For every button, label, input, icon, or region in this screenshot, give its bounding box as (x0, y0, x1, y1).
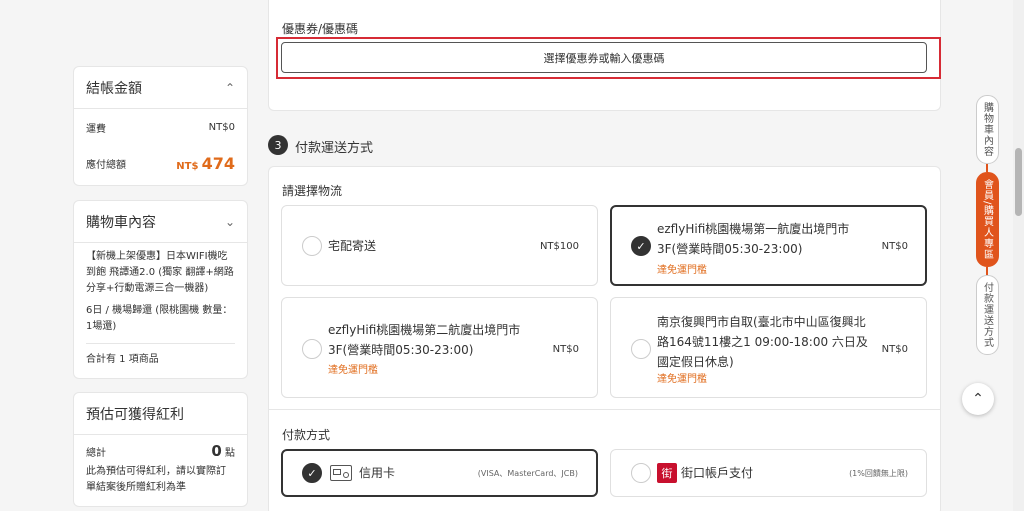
cart-count: 合計有 1 項商品 (86, 354, 159, 365)
payment-option-jko-pay[interactable]: 街 街口帳戶支付 (1%回饋無上限) (610, 449, 927, 497)
section-divider (269, 409, 940, 410)
cart-card: 購物車內容 ⌄ 【新機上架優惠】日本WIFI機吃到飽 飛譚通2.0 (獨家 翻譯… (73, 200, 248, 379)
cart-product-detail: 6日 / 機場歸還 (限桃園機 數量：1場還) (86, 305, 233, 332)
free-shipping-note: 達免運門檻 (657, 265, 707, 276)
total-value: 474 (201, 153, 235, 173)
total-row: 應付總額 NT$ 474 (74, 145, 247, 181)
check-icon[interactable]: ✓ (302, 463, 322, 483)
coupon-label: 優惠券/優惠碼 (282, 22, 359, 36)
checkout-summary-card: 結帳金額 ⌃ 運費 NT$0 應付總額 NT$ 474 (73, 66, 248, 186)
select-coupon-button[interactable]: 選擇優惠券或輸入優惠碼 (281, 42, 927, 73)
logistics-option-terminal1[interactable]: ✓ ezflyHifi桃園機場第一航廈出境門市3F(營業時間05:30-23:0… (610, 205, 927, 286)
payment-option-name: 信用卡 (359, 466, 396, 480)
jko-pay-icon: 街 (657, 463, 677, 483)
logistics-option-price: NT$0 (552, 344, 579, 355)
summary-header[interactable]: 結帳金額 ⌃ (74, 67, 247, 109)
payment-option-name: 街口帳戶支付 (681, 466, 754, 480)
rail-item-cart[interactable]: 購物車內容 (975, 95, 999, 164)
radio-button[interactable] (631, 463, 651, 483)
bonus-card: 預估可獲得紅利 總計 0 點 此為預估可得紅利，請以實際訂單結案後所贈紅利為準 (73, 392, 248, 507)
logistics-option-name: ezflyHifi桃園機場第二航廈出境門市3F(營業時間05:30-23:00) (328, 323, 521, 357)
logistics-option-price: NT$0 (881, 344, 908, 355)
logistics-option-store-pickup[interactable]: 南京復興門市自取(臺北市中山區復興北路164號11樓之1 09:00-18:00… (610, 297, 927, 398)
bonus-total-label: 總計 (86, 447, 106, 459)
scrollbar-thumb[interactable] (1015, 148, 1022, 216)
bonus-note: 此為預估可得紅利，請以實際訂單結案後所贈紅利為準 (86, 466, 226, 493)
total-currency: NT$ (176, 160, 199, 172)
radio-button[interactable] (302, 339, 322, 359)
logistics-option-price: NT$100 (539, 241, 579, 252)
shipping-label: 運費 (86, 123, 106, 135)
section-nav-rail: 購物車內容 會員/購買人專區 付款運送方式 (975, 95, 999, 356)
bonus-total-row: 總計 0 點 (74, 438, 247, 464)
free-shipping-note: 達免運門檻 (328, 365, 378, 376)
step-number-badge: 3 (268, 135, 288, 155)
credit-card-icon (330, 465, 352, 481)
radio-button[interactable] (631, 339, 651, 359)
logistics-option-name: ezflyHifi桃園機場第一航廈出境門市3F(營業時間05:30-23:00) (657, 222, 850, 256)
payment-option-note: (VISA、MasterCard、JCB) (477, 469, 578, 478)
free-shipping-note: 達免運門檻 (657, 374, 707, 385)
cart-title: 購物車內容 (86, 214, 156, 231)
rail-connector (986, 164, 988, 172)
chevron-up-icon[interactable]: ⌃ (225, 81, 235, 95)
bonus-points: 0 點 (211, 442, 235, 460)
chevron-up-icon: ⌃ (972, 391, 984, 407)
logistics-label: 請選擇物流 (282, 184, 343, 198)
payment-label: 付款方式 (282, 428, 331, 442)
shipping-value: NT$0 (208, 121, 235, 133)
shipping-row: 運費 NT$0 (74, 109, 247, 145)
cart-divider (86, 343, 235, 344)
cart-product-name: 【新機上架優惠】日本WIFI機吃到飽 飛譚通2.0 (獨家 翻譯+網路分享+行動… (86, 251, 234, 294)
bonus-points-unit: 點 (225, 448, 235, 459)
cart-header[interactable]: 購物車內容 ⌄ (74, 201, 247, 243)
payment-option-credit-card[interactable]: ✓ 信用卡 (VISA、MasterCard、JCB) (281, 449, 598, 497)
payment-option-note: (1%回饋無上限) (849, 469, 908, 478)
logistics-option-price: NT$0 (881, 241, 908, 252)
radio-button[interactable] (302, 236, 322, 256)
logistics-option-home-delivery[interactable]: 宅配寄送 NT$100 (281, 205, 598, 286)
scroll-to-top-button[interactable]: ⌃ (962, 383, 994, 415)
total-amount: NT$ 474 (176, 154, 235, 173)
total-label: 應付總額 (86, 159, 126, 171)
logistics-option-name: 南京復興門市自取(臺北市中山區復興北路164號11樓之1 09:00-18:00… (657, 315, 868, 369)
summary-title: 結帳金額 (86, 80, 142, 97)
rail-item-payment[interactable]: 付款運送方式 (975, 275, 999, 356)
page-scrollbar[interactable] (1013, 0, 1024, 511)
logistics-option-terminal2[interactable]: ezflyHifi桃園機場第二航廈出境門市3F(營業時間05:30-23:00)… (281, 297, 598, 398)
step-title: 付款運送方式 (295, 141, 374, 156)
chevron-down-icon[interactable]: ⌄ (225, 215, 235, 229)
bonus-header: 預估可獲得紅利 (74, 393, 247, 435)
check-icon[interactable]: ✓ (631, 236, 651, 256)
logistics-option-name: 宅配寄送 (328, 239, 377, 253)
bonus-title: 預估可獲得紅利 (86, 406, 184, 423)
rail-item-member[interactable]: 會員/購買人專區 (975, 172, 999, 268)
bonus-points-value: 0 (211, 442, 222, 460)
rail-connector (986, 267, 988, 276)
